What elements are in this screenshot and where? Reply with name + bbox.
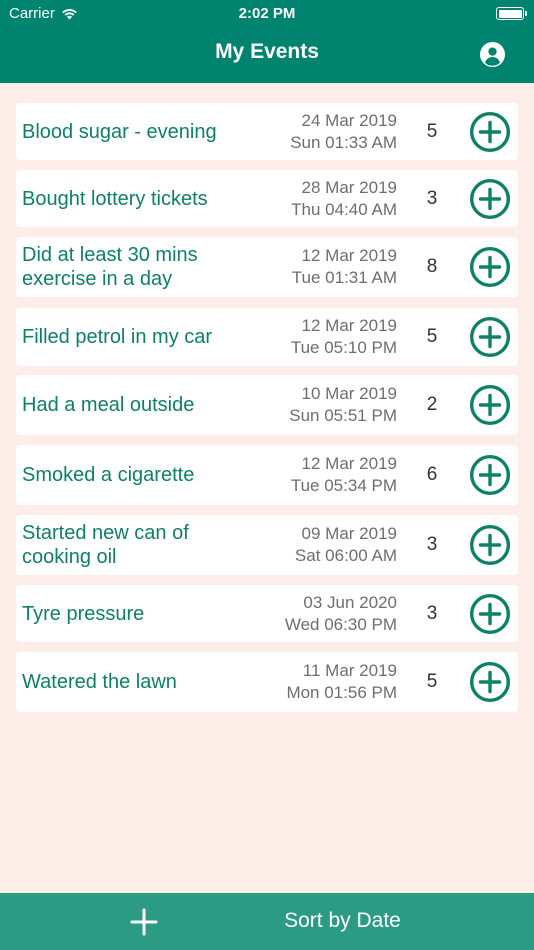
list-item[interactable]: Tyre pressure 03 Jun 2020 Wed 06:30 PM 3 bbox=[16, 585, 518, 642]
plus-icon[interactable] bbox=[128, 906, 160, 938]
event-time: Mon 01:56 PM bbox=[286, 683, 397, 702]
add-occurrence-icon[interactable] bbox=[469, 524, 511, 566]
event-name: Did at least 30 mins exercise in a day bbox=[22, 244, 198, 290]
list-item[interactable]: Had a meal outside 10 Mar 2019 Sun 05:51… bbox=[16, 375, 518, 435]
add-occurrence-icon[interactable] bbox=[469, 111, 511, 153]
event-date: 11 Mar 2019 bbox=[302, 661, 397, 680]
event-time: Sun 05:51 PM bbox=[289, 406, 397, 425]
event-last-date: 12 Mar 2019 Tue 01:31 AM bbox=[256, 245, 397, 289]
event-time: Thu 04:40 AM bbox=[291, 199, 397, 219]
event-name: Smoked a cigarette bbox=[22, 464, 195, 486]
add-occurrence-icon[interactable] bbox=[469, 454, 511, 496]
event-name: Watered the lawn bbox=[22, 671, 177, 693]
event-count: 3 bbox=[426, 602, 438, 624]
add-occurrence-icon[interactable] bbox=[469, 593, 511, 635]
event-date: 12 Mar 2019 bbox=[301, 246, 397, 265]
event-time: Tue 01:31 AM bbox=[291, 268, 397, 287]
event-last-date: 24 Mar 2019 Sun 01:33 AM bbox=[256, 110, 397, 154]
status-time: 2:02 PM bbox=[238, 5, 296, 22]
event-count: 2 bbox=[426, 394, 438, 415]
bottom-toolbar: Sort by Date bbox=[0, 893, 534, 950]
event-name: Started new can of cooking oil bbox=[22, 522, 189, 568]
event-count: 3 bbox=[426, 187, 438, 209]
event-count: 6 bbox=[426, 464, 438, 485]
event-count: 5 bbox=[426, 120, 438, 142]
add-occurrence-icon[interactable] bbox=[469, 316, 511, 358]
event-last-date: 28 Mar 2019 Thu 04:40 AM bbox=[256, 177, 397, 221]
event-time: Sat 06:00 AM bbox=[294, 546, 397, 565]
event-last-date: 10 Mar 2019 Sun 05:51 PM bbox=[256, 383, 397, 427]
event-count: 3 bbox=[426, 534, 438, 555]
add-occurrence-icon[interactable] bbox=[469, 661, 511, 703]
event-last-date: 09 Mar 2019 Sat 06:00 AM bbox=[256, 523, 397, 567]
add-occurrence-icon[interactable] bbox=[469, 384, 511, 426]
event-date: 12 Mar 2019 bbox=[301, 316, 397, 335]
event-name: Had a meal outside bbox=[22, 394, 195, 416]
list-item[interactable]: Smoked a cigarette 12 Mar 2019 Tue 05:34… bbox=[16, 445, 518, 505]
event-date: 09 Mar 2019 bbox=[301, 524, 397, 543]
event-last-date: 11 Mar 2019 Mon 01:56 PM bbox=[256, 660, 397, 704]
event-name: Tyre pressure bbox=[22, 602, 145, 625]
list-item[interactable]: Filled petrol in my car 12 Mar 2019 Tue … bbox=[16, 308, 518, 366]
event-name: Filled petrol in my car bbox=[22, 326, 213, 348]
event-count: 8 bbox=[426, 256, 438, 277]
event-date: 28 Mar 2019 bbox=[301, 177, 397, 197]
list-item[interactable]: Started new can of cooking oil 09 Mar 20… bbox=[16, 515, 518, 575]
nav-header: Carrier 2:02 PM My Events bbox=[0, 0, 534, 83]
list-item[interactable]: Watered the lawn 11 Mar 2019 Mon 01:56 P… bbox=[16, 652, 518, 712]
sort-by-date-button[interactable]: Sort by Date bbox=[270, 909, 415, 933]
event-date: 03 Jun 2020 bbox=[303, 592, 397, 612]
event-time: Tue 05:10 PM bbox=[290, 338, 397, 357]
page-title: My Events bbox=[215, 40, 319, 63]
event-date: 10 Mar 2019 bbox=[301, 384, 397, 403]
event-time: Sun 01:33 AM bbox=[290, 132, 397, 152]
add-occurrence-icon[interactable] bbox=[469, 178, 511, 220]
event-last-date: 12 Mar 2019 Tue 05:10 PM bbox=[256, 315, 397, 359]
event-name: Blood sugar - evening bbox=[22, 120, 217, 143]
event-count: 5 bbox=[426, 326, 438, 347]
event-last-date: 03 Jun 2020 Wed 06:30 PM bbox=[256, 592, 397, 636]
event-name: Bought lottery tickets bbox=[22, 187, 208, 210]
list-item[interactable]: Did at least 30 mins exercise in a day 1… bbox=[16, 237, 518, 297]
status-bar: Carrier 2:02 PM bbox=[0, 0, 534, 28]
event-time: Wed 06:30 PM bbox=[284, 614, 397, 634]
battery-icon bbox=[496, 7, 527, 20]
list-item[interactable]: Bought lottery tickets 28 Mar 2019 Thu 0… bbox=[16, 170, 518, 227]
add-occurrence-icon[interactable] bbox=[469, 246, 511, 288]
event-last-date: 12 Mar 2019 Tue 05:34 PM bbox=[256, 453, 397, 497]
event-date: 24 Mar 2019 bbox=[301, 110, 397, 130]
event-date: 12 Mar 2019 bbox=[301, 454, 397, 473]
person-circle-icon[interactable] bbox=[479, 41, 506, 68]
event-count: 5 bbox=[426, 671, 438, 692]
list-item[interactable]: Blood sugar - evening 24 Mar 2019 Sun 01… bbox=[16, 103, 518, 160]
event-time: Tue 05:34 PM bbox=[290, 476, 397, 495]
